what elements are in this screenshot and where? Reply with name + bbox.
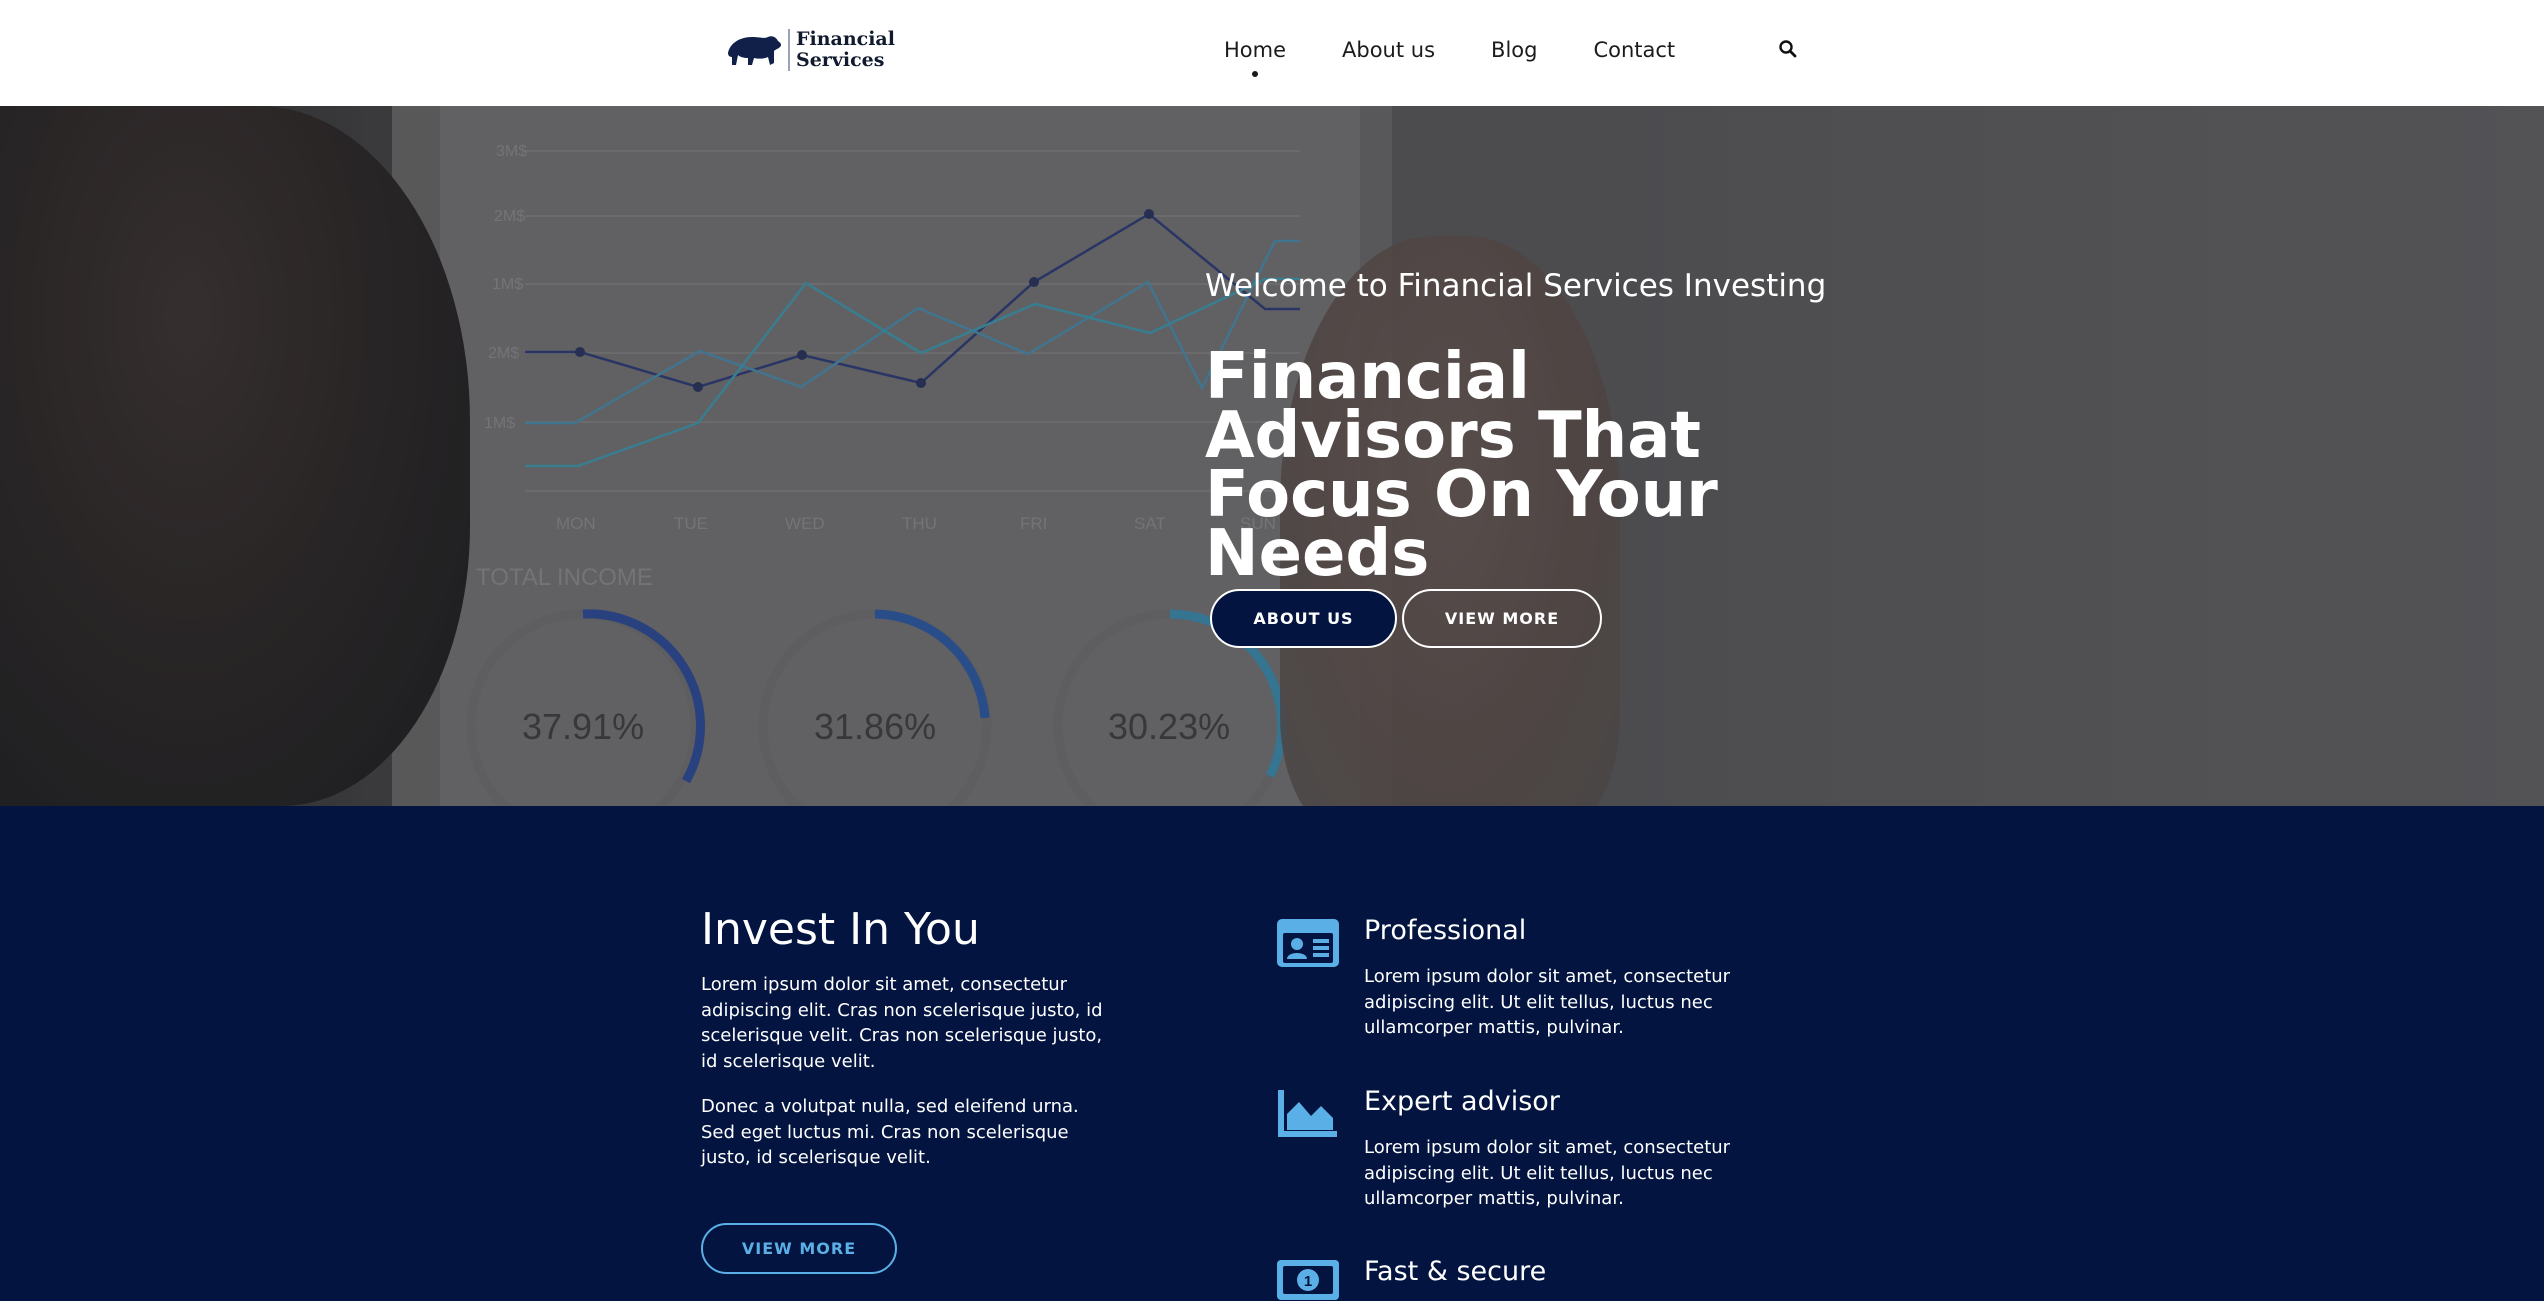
logo-divider [788, 29, 790, 71]
invest-paragraph-2: Donec a volutpat nulla, sed eleifend urn… [701, 1096, 1079, 1168]
view-more-button[interactable]: VIEW MORE [1402, 589, 1602, 648]
hero-section: 3M$ 2M$ 1M$ 2M$ 1M$ MON TUE WED THU FRI … [0, 106, 2544, 806]
nav-about-us[interactable]: About us [1342, 38, 1435, 68]
nav-home[interactable]: Home [1224, 38, 1286, 68]
money-bill-icon: 1 [1277, 1260, 1339, 1300]
main-nav: Home About us Blog Contact [1224, 38, 1731, 68]
invest-paragraph-1: Lorem ipsum dolor sit amet, consectetur … [701, 974, 1103, 1072]
svg-text:1: 1 [1304, 1273, 1312, 1290]
hero-subtitle: Welcome to Financial Services Investing [1205, 268, 1827, 304]
feature-title-professional: Professional [1364, 915, 1527, 946]
logo-line-2: Services [796, 49, 885, 71]
search-icon[interactable] [1778, 39, 1798, 59]
hero-title: Financial Advisors That Focus On Your Ne… [1205, 340, 1718, 591]
feature-title-expert-advisor: Expert advisor [1364, 1086, 1560, 1117]
feature-text-expert-advisor: Lorem ipsum dolor sit amet, consectetur … [1364, 1137, 1731, 1209]
invest-title: Invest In You [701, 904, 980, 955]
nav-contact[interactable]: Contact [1593, 38, 1675, 68]
about-us-button[interactable]: ABOUT US [1210, 589, 1397, 648]
id-card-icon [1277, 919, 1339, 967]
feature-text-professional: Lorem ipsum dolor sit amet, consectetur … [1364, 966, 1731, 1038]
site-header: Financial Services Home About us Blog Co… [0, 0, 2544, 106]
area-chart-icon [1278, 1090, 1337, 1137]
logo-line-1: Financial [796, 28, 895, 50]
nav-blog[interactable]: Blog [1491, 38, 1537, 68]
feature-title-fast-secure: Fast & secure [1364, 1256, 1547, 1287]
logo-text: Financial Services [796, 29, 895, 71]
site-logo[interactable]: Financial Services [724, 27, 895, 73]
invest-view-more-button[interactable]: VIEW MORE [701, 1223, 897, 1274]
bear-logo-icon [728, 36, 782, 65]
